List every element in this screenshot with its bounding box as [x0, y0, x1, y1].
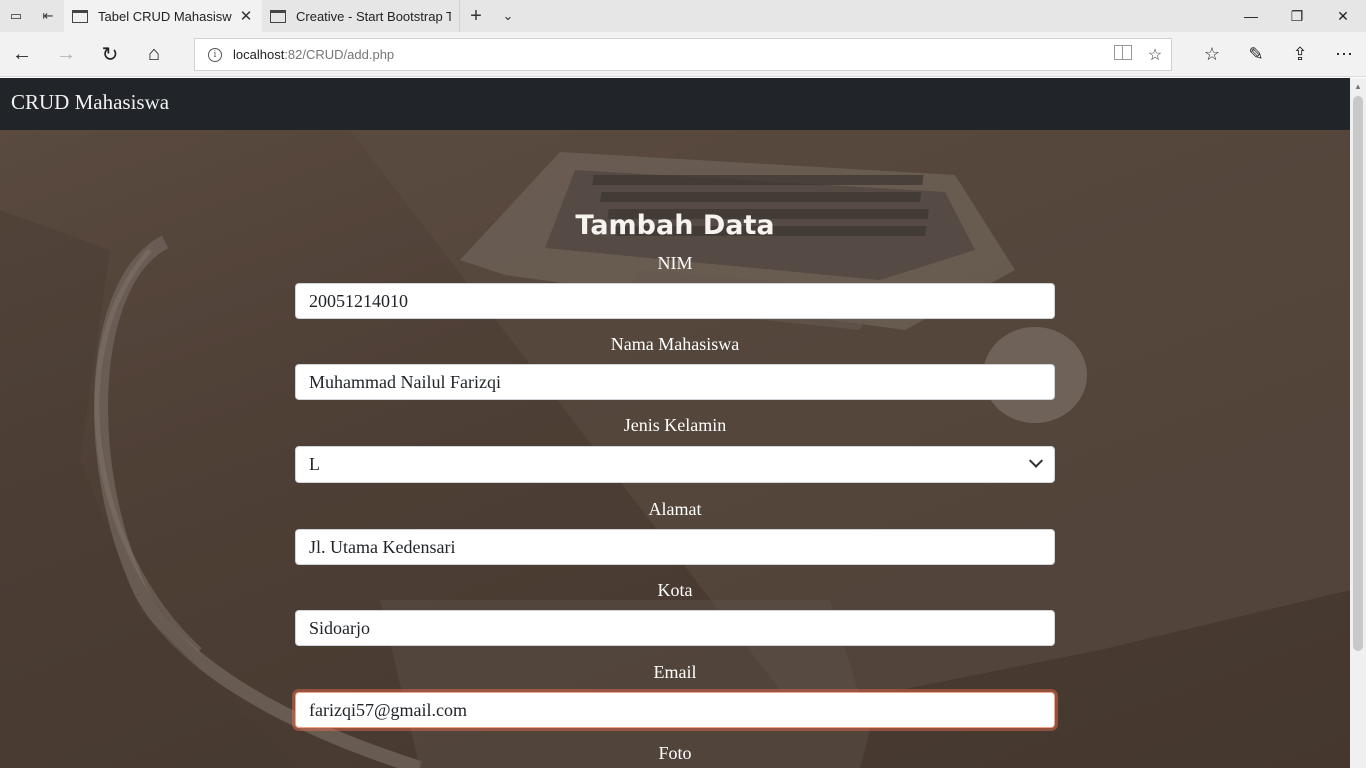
favorites-icon[interactable]: ☆: [1190, 32, 1234, 77]
scroll-thumb[interactable]: [1353, 96, 1363, 651]
kota-label: Kota: [657, 580, 693, 600]
share-icon[interactable]: ⇪: [1278, 32, 1322, 77]
navbar-brand[interactable]: CRUD Mahasiswa: [11, 90, 169, 115]
hero-section: Tambah Data NIM 20051214010 Nama Mahasis…: [0, 130, 1350, 768]
alamat-label: Alamat: [648, 499, 702, 519]
chevron-down-icon: [1028, 453, 1044, 468]
close-window-icon[interactable]: ✕: [1320, 0, 1366, 32]
email-label: Email: [653, 662, 697, 682]
url-actions: ☆: [1107, 44, 1171, 65]
nama-value: Muhammad Nailul Farizqi: [309, 371, 501, 392]
url-text: localhost:82/CRUD/add.php: [233, 47, 395, 62]
jenis-kelamin-select[interactable]: L: [295, 446, 1055, 483]
page-icon: [270, 9, 286, 23]
nim-value: 20051214010: [309, 290, 408, 311]
browser-tools: ☆ ✎ ⇪ ⋯: [1190, 32, 1366, 77]
restore-icon[interactable]: ❐: [1274, 0, 1320, 32]
close-tab-icon[interactable]: ✕: [238, 7, 254, 25]
refresh-icon[interactable]: ↻: [88, 32, 132, 77]
home-icon[interactable]: ⌂: [132, 32, 176, 77]
page-viewport: CRUD Mahasiswa Tambah Data NIM 200512140…: [0, 78, 1350, 768]
tab-bar: ▭ ⇤ Tabel CRUD Mahasiswa ✕ Creative - St…: [0, 0, 1366, 32]
jenis-kelamin-value: L: [309, 454, 320, 474]
alamat-value: Jl. Utama Kedensari: [309, 536, 456, 557]
window-controls: — ❐ ✕: [1228, 0, 1366, 32]
alamat-input[interactable]: Jl. Utama Kedensari: [295, 529, 1055, 565]
foto-label: Foto: [658, 743, 692, 763]
kota-value: Sidoarjo: [309, 617, 370, 638]
address-input[interactable]: i localhost:82/CRUD/add.php ☆: [194, 38, 1172, 71]
navbar: CRUD Mahasiswa: [0, 78, 1350, 130]
forward-icon[interactable]: →: [44, 32, 88, 77]
set-aside-tabs-icon[interactable]: ⇤: [32, 0, 64, 32]
nama-input[interactable]: Muhammad Nailul Farizqi: [295, 364, 1055, 400]
minimize-icon[interactable]: —: [1228, 0, 1274, 32]
address-toolbar: ← → ↻ ⌂ i localhost:82/CRUD/add.php ☆ ☆ …: [0, 32, 1366, 77]
kota-input[interactable]: Sidoarjo: [295, 610, 1055, 646]
nama-label: Nama Mahasiswa: [610, 334, 740, 354]
more-icon[interactable]: ⋯: [1322, 32, 1366, 77]
email-input[interactable]: farizqi57@gmail.com: [295, 692, 1055, 728]
tab-title: Creative - Start Bootstrap Tl: [296, 8, 451, 24]
web-note-icon[interactable]: ✎: [1234, 32, 1278, 77]
tab-creative[interactable]: Creative - Start Bootstrap Tl: [262, 0, 460, 32]
tab-crud-mahasiswa[interactable]: Tabel CRUD Mahasiswa ✕: [64, 0, 262, 32]
tab-title: Tabel CRUD Mahasiswa: [98, 8, 232, 24]
page-icon: [72, 9, 88, 23]
tab-actions-icon[interactable]: ▭: [0, 0, 32, 32]
back-icon[interactable]: ←: [0, 32, 44, 77]
email-value: farizqi57@gmail.com: [309, 699, 468, 720]
chevron-down-icon[interactable]: ⌄: [492, 0, 524, 32]
favorite-star-icon[interactable]: ☆: [1139, 45, 1171, 65]
info-icon[interactable]: i: [208, 47, 222, 62]
nim-input[interactable]: 20051214010: [295, 283, 1055, 319]
reading-view-icon[interactable]: [1107, 44, 1139, 65]
jenis-kelamin-label: Jenis Kelamin: [623, 415, 727, 435]
form-title: Tambah Data: [575, 210, 775, 241]
new-tab-icon[interactable]: +: [460, 0, 492, 32]
scroll-up-icon[interactable]: ▲: [1350, 78, 1366, 94]
nim-label: NIM: [657, 253, 693, 273]
page-scrollbar[interactable]: ▲: [1350, 78, 1366, 768]
